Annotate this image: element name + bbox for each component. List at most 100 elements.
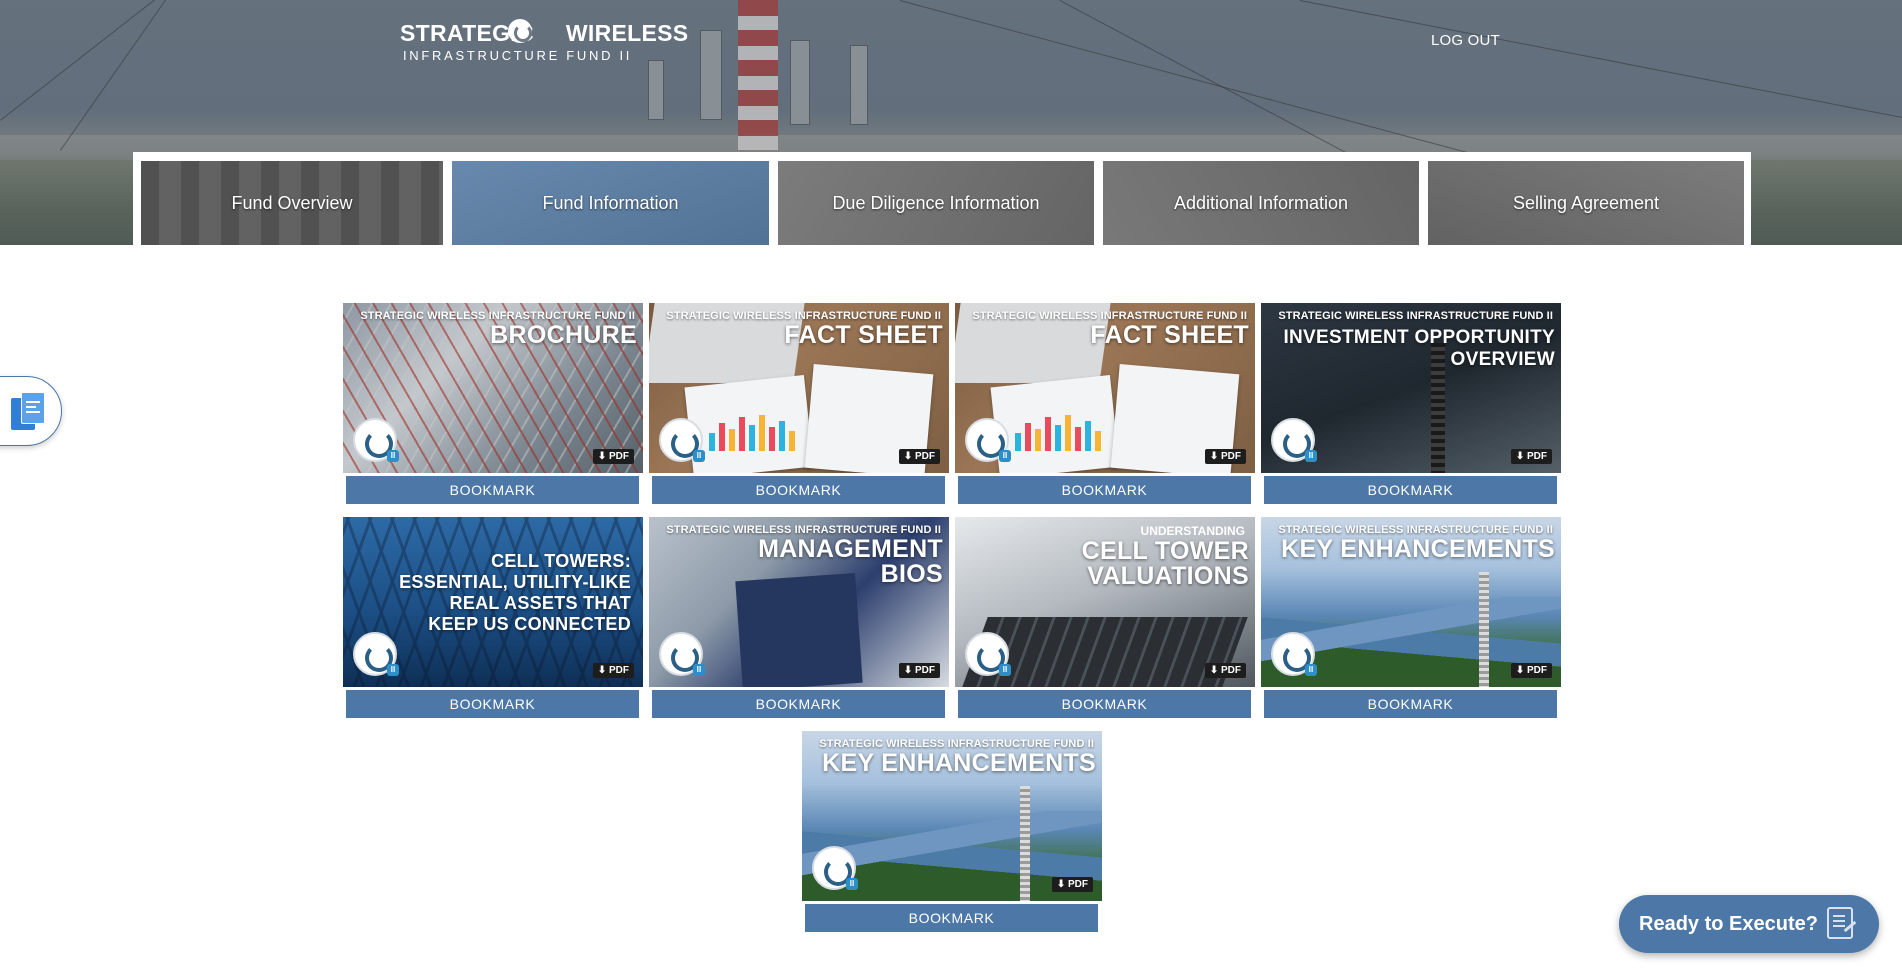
ready-to-execute-button[interactable]: Ready to Execute?: [1619, 895, 1879, 953]
bookmark-button[interactable]: BOOKMARK: [346, 476, 639, 504]
tower-image: [1479, 572, 1489, 687]
document-kicker: UNDERSTANDING: [1140, 524, 1245, 538]
title-line: ESSENTIAL, UTILITY-LIKE: [399, 572, 631, 592]
download-icon: ⬇: [1056, 879, 1066, 890]
signature-document-icon: [1827, 907, 1853, 939]
download-icon: ⬇: [1209, 451, 1219, 462]
document-thumbnail[interactable]: STRATEGIC WIRELESS INFRASTRUCTURE FUND I…: [1261, 303, 1561, 473]
fund-tabs: Fund Overview Fund Information Due Dilig…: [133, 152, 1751, 245]
fund-badge-icon: [1271, 418, 1317, 462]
fund-badge-icon: [659, 632, 705, 676]
tab-label: Fund Overview: [231, 192, 353, 213]
logo-wordmark: STRATEGIC WIRELESS: [400, 20, 688, 47]
document-title: BROCHURE: [490, 321, 637, 349]
pdf-label: PDF: [1221, 451, 1241, 462]
document-title: CELL TOWER VALUATIONS: [1082, 539, 1249, 589]
bookmark-button[interactable]: BOOKMARK: [805, 904, 1098, 932]
fund-badge-icon: [1271, 632, 1317, 676]
pdf-download-badge: ⬇ PDF: [1204, 663, 1246, 678]
document-thumbnail[interactable]: CELL TOWERS: ESSENTIAL, UTILITY-LIKE REA…: [343, 517, 643, 687]
pdf-download-badge: ⬇ PDF: [592, 449, 634, 464]
pdf-label: PDF: [915, 451, 935, 462]
fund-badge-icon: [353, 418, 399, 462]
document-title: FACT SHEET: [784, 321, 943, 349]
tab-label: Additional Information: [1173, 192, 1349, 213]
document-thumbnail[interactable]: STRATEGIC WIRELESS INFRASTRUCTURE FUND I…: [649, 303, 949, 473]
document-title: KEY ENHANCEMENTS: [822, 749, 1096, 777]
document-thumbnail[interactable]: STRATEGIC WIRELESS INFRASTRUCTURE FUND I…: [802, 731, 1102, 901]
doc-line: [26, 411, 40, 413]
tab-fund-information[interactable]: Fund Information: [452, 161, 769, 245]
title-line: REAL ASSETS THAT: [449, 593, 631, 613]
bookmark-button[interactable]: BOOKMARK: [652, 476, 945, 504]
download-icon: ⬇: [1515, 665, 1525, 676]
fund-badge-icon: [965, 418, 1011, 462]
bookmark-button[interactable]: BOOKMARK: [958, 476, 1251, 504]
document-title: INVESTMENT OPPORTUNITY OVERVIEW: [1283, 327, 1555, 371]
title-line: KEEP US CONNECTED: [428, 614, 631, 634]
document-thumbnail[interactable]: STRATEGIC WIRELESS INFRASTRUCTURE FUND I…: [1261, 517, 1561, 687]
download-icon: ⬇: [903, 451, 913, 462]
bookmark-button[interactable]: BOOKMARK: [1264, 476, 1557, 504]
download-icon: ⬇: [1515, 451, 1525, 462]
tab-fund-overview[interactable]: Fund Overview: [141, 161, 443, 245]
title-line: VALUATIONS: [1087, 562, 1249, 590]
document-thumbnail[interactable]: STRATEGIC WIRELESS INFRASTRUCTURE FUND I…: [343, 303, 643, 473]
pdf-label: PDF: [1527, 451, 1547, 462]
document-title: MANAGEMENT BIOS: [758, 537, 943, 587]
documents-panel-toggle[interactable]: [0, 376, 62, 446]
logo-subtitle: INFRASTRUCTURE FUND II: [403, 48, 633, 63]
tab-label: Selling Agreement: [1512, 192, 1660, 213]
tower-image: [1020, 786, 1030, 901]
fund-badge-icon: [812, 846, 858, 890]
documents-icon: [11, 392, 45, 432]
pdf-download-badge: ⬇ PDF: [898, 663, 940, 678]
fund-logo[interactable]: STRATEGIC WIRELESS INFRASTRUCTURE FUND II: [400, 19, 688, 66]
pdf-download-badge: ⬇ PDF: [1204, 449, 1246, 464]
download-icon: ⬇: [597, 665, 607, 676]
title-line: INVESTMENT OPPORTUNITY: [1283, 327, 1555, 348]
download-icon: ⬇: [1209, 665, 1219, 676]
pdf-download-badge: ⬇ PDF: [1510, 449, 1552, 464]
pdf-label: PDF: [915, 665, 935, 676]
title-line: CELL TOWER: [1081, 537, 1249, 565]
logo-mark-icon: [508, 19, 532, 43]
tab-additional-information[interactable]: Additional Information: [1103, 161, 1419, 245]
logout-link[interactable]: LOG OUT: [1431, 32, 1500, 49]
cta-label: Ready to Execute?: [1639, 913, 1818, 935]
bookmark-button[interactable]: BOOKMARK: [346, 690, 639, 718]
document-thumbnail[interactable]: UNDERSTANDING CELL TOWER VALUATIONS ⬇ PD…: [955, 517, 1255, 687]
businessman-image: [735, 572, 863, 687]
fund-badge-icon: [965, 632, 1011, 676]
document-thumbnail[interactable]: STRATEGIC WIRELESS INFRASTRUCTURE FUND I…: [955, 303, 1255, 473]
pdf-label: PDF: [1221, 665, 1241, 676]
pdf-label: PDF: [609, 451, 629, 462]
title-line: CELL TOWERS:: [491, 551, 631, 571]
pdf-download-badge: ⬇ PDF: [592, 663, 634, 678]
document-title: KEY ENHANCEMENTS: [1281, 535, 1555, 563]
title-line: BIOS: [880, 560, 943, 588]
logo-word-wireless: WIRELESS: [565, 20, 689, 46]
tab-selling-agreement[interactable]: Selling Agreement: [1428, 161, 1744, 245]
tab-due-diligence-information[interactable]: Due Diligence Information: [778, 161, 1094, 245]
bookmark-button[interactable]: BOOKMARK: [652, 690, 945, 718]
pdf-download-badge: ⬇ PDF: [1510, 663, 1552, 678]
bookmark-button[interactable]: BOOKMARK: [958, 690, 1251, 718]
doc-line: [26, 406, 36, 408]
document-series: STRATEGIC WIRELESS INFRASTRUCTURE FUND I…: [1278, 310, 1553, 322]
download-icon: ⬇: [597, 451, 607, 462]
document-title: FACT SHEET: [1090, 321, 1249, 349]
title-line: OVERVIEW: [1450, 349, 1555, 370]
page: STRATEGIC WIRELESS INFRASTRUCTURE FUND II…: [0, 0, 1902, 976]
tab-label: Fund Information: [542, 192, 679, 213]
pdf-label: PDF: [609, 665, 629, 676]
document-thumbnail[interactable]: STRATEGIC WIRELESS INFRASTRUCTURE FUND I…: [649, 517, 949, 687]
document-front-shape: [21, 392, 45, 424]
pdf-label: PDF: [1068, 879, 1088, 890]
bar-graphic: [709, 413, 795, 451]
bar-graphic: [1015, 413, 1101, 451]
download-icon: ⬇: [903, 665, 913, 676]
doc-line: [26, 401, 40, 403]
bookmark-button[interactable]: BOOKMARK: [1264, 690, 1557, 718]
pdf-download-badge: ⬇ PDF: [898, 449, 940, 464]
